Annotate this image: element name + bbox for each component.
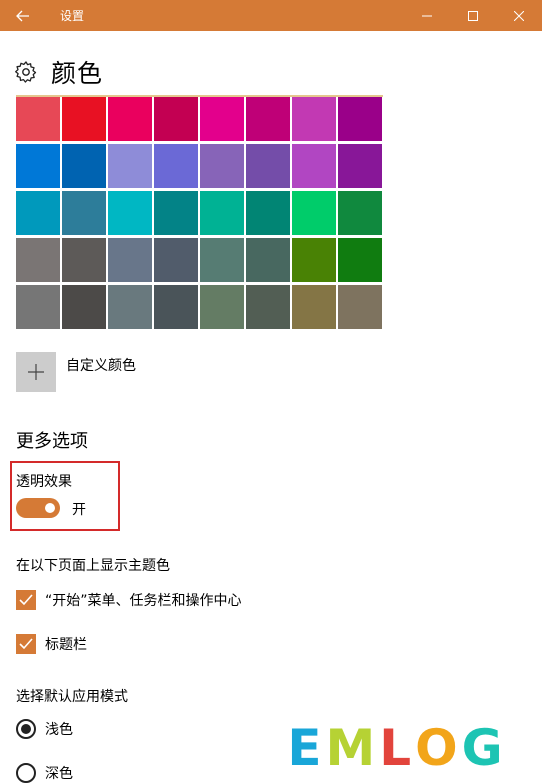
color-swatch[interactable] [108,191,152,235]
color-swatch[interactable] [62,191,106,235]
color-swatch[interactable] [200,191,244,235]
dark-mode-option[interactable]: 深色 [16,763,73,783]
color-swatch[interactable] [62,97,106,141]
titlebar-checkbox-row[interactable]: 标题栏 [16,634,87,654]
color-swatch[interactable] [246,285,290,329]
color-swatch[interactable] [62,144,106,188]
color-swatch[interactable] [338,191,382,235]
custom-color-row[interactable]: 自定义颜色 [16,352,136,392]
minimize-icon [422,15,432,16]
color-swatch[interactable] [16,144,60,188]
transparency-state: 开 [72,502,86,518]
color-swatch[interactable] [154,238,198,282]
more-options-heading: 更多选项 [16,431,88,452]
dark-mode-radio[interactable] [16,763,36,783]
light-mode-label: 浅色 [45,722,73,738]
color-swatch[interactable] [292,144,336,188]
color-swatch[interactable] [246,144,290,188]
color-swatch[interactable] [292,285,336,329]
light-mode-option[interactable]: 浅色 [16,719,73,739]
close-button[interactable] [496,0,542,31]
custom-color-button[interactable] [16,352,56,392]
color-swatch[interactable] [108,144,152,188]
radio-selected-dot [21,724,31,734]
toggle-knob [45,503,55,513]
color-swatch[interactable] [246,238,290,282]
maximize-button[interactable] [450,0,496,31]
color-swatch[interactable] [292,97,336,141]
titlebar-label: 标题栏 [45,637,87,653]
watermark-letter: G [461,719,503,777]
emlog-watermark: E M L O G [248,713,542,783]
dark-mode-label: 深色 [45,766,73,782]
transparency-toggle[interactable] [16,498,60,518]
watermark-letter: E [287,719,322,777]
plus-icon [28,364,44,380]
color-swatch[interactable] [62,238,106,282]
color-swatch[interactable] [108,97,152,141]
transparency-label: 透明效果 [16,474,72,490]
back-button[interactable] [0,0,46,31]
start-taskbar-label: “开始”菜单、任务栏和操作中心 [45,593,242,609]
watermark-letter: O [415,719,458,777]
checkmark-icon [19,638,33,650]
color-swatch[interactable] [108,238,152,282]
start-taskbar-checkbox-row[interactable]: “开始”菜单、任务栏和操作中心 [16,590,242,610]
color-swatch[interactable] [338,238,382,282]
light-mode-radio[interactable] [16,719,36,739]
color-swatch[interactable] [200,144,244,188]
watermark-letter: L [379,719,412,777]
page-title: 颜色 [51,59,104,88]
back-arrow-icon [16,10,29,21]
color-swatch[interactable] [246,97,290,141]
custom-color-label: 自定义颜色 [66,358,136,374]
accent-surfaces-heading: 在以下页面上显示主题色 [16,558,170,574]
app-mode-heading: 选择默认应用模式 [16,689,128,705]
close-icon [514,10,524,21]
color-swatch[interactable] [16,285,60,329]
color-swatch[interactable] [338,285,382,329]
color-swatch[interactable] [292,238,336,282]
color-swatch[interactable] [246,191,290,235]
color-swatch[interactable] [200,97,244,141]
accent-color-grid [16,95,383,331]
checkmark-icon [19,594,33,606]
color-swatch[interactable] [338,97,382,141]
page-header: 颜色 [14,55,103,89]
maximize-icon [468,10,478,21]
color-swatch[interactable] [154,191,198,235]
color-swatch[interactable] [154,285,198,329]
color-swatch[interactable] [16,191,60,235]
color-swatch[interactable] [292,191,336,235]
color-swatch[interactable] [16,97,60,141]
color-swatch[interactable] [200,238,244,282]
color-swatch[interactable] [108,285,152,329]
color-swatch[interactable] [200,285,244,329]
minimize-button[interactable] [404,0,450,31]
gear-icon [15,61,37,83]
watermark-letter: M [325,719,376,777]
color-swatch[interactable] [154,97,198,141]
color-swatch[interactable] [154,144,198,188]
titlebar-checkbox[interactable] [16,634,36,654]
title-bar: 设置 [0,0,542,31]
color-swatch[interactable] [16,238,60,282]
color-swatch[interactable] [62,285,106,329]
color-swatch[interactable] [338,144,382,188]
window-title: 设置 [60,9,85,23]
start-taskbar-checkbox[interactable] [16,590,36,610]
